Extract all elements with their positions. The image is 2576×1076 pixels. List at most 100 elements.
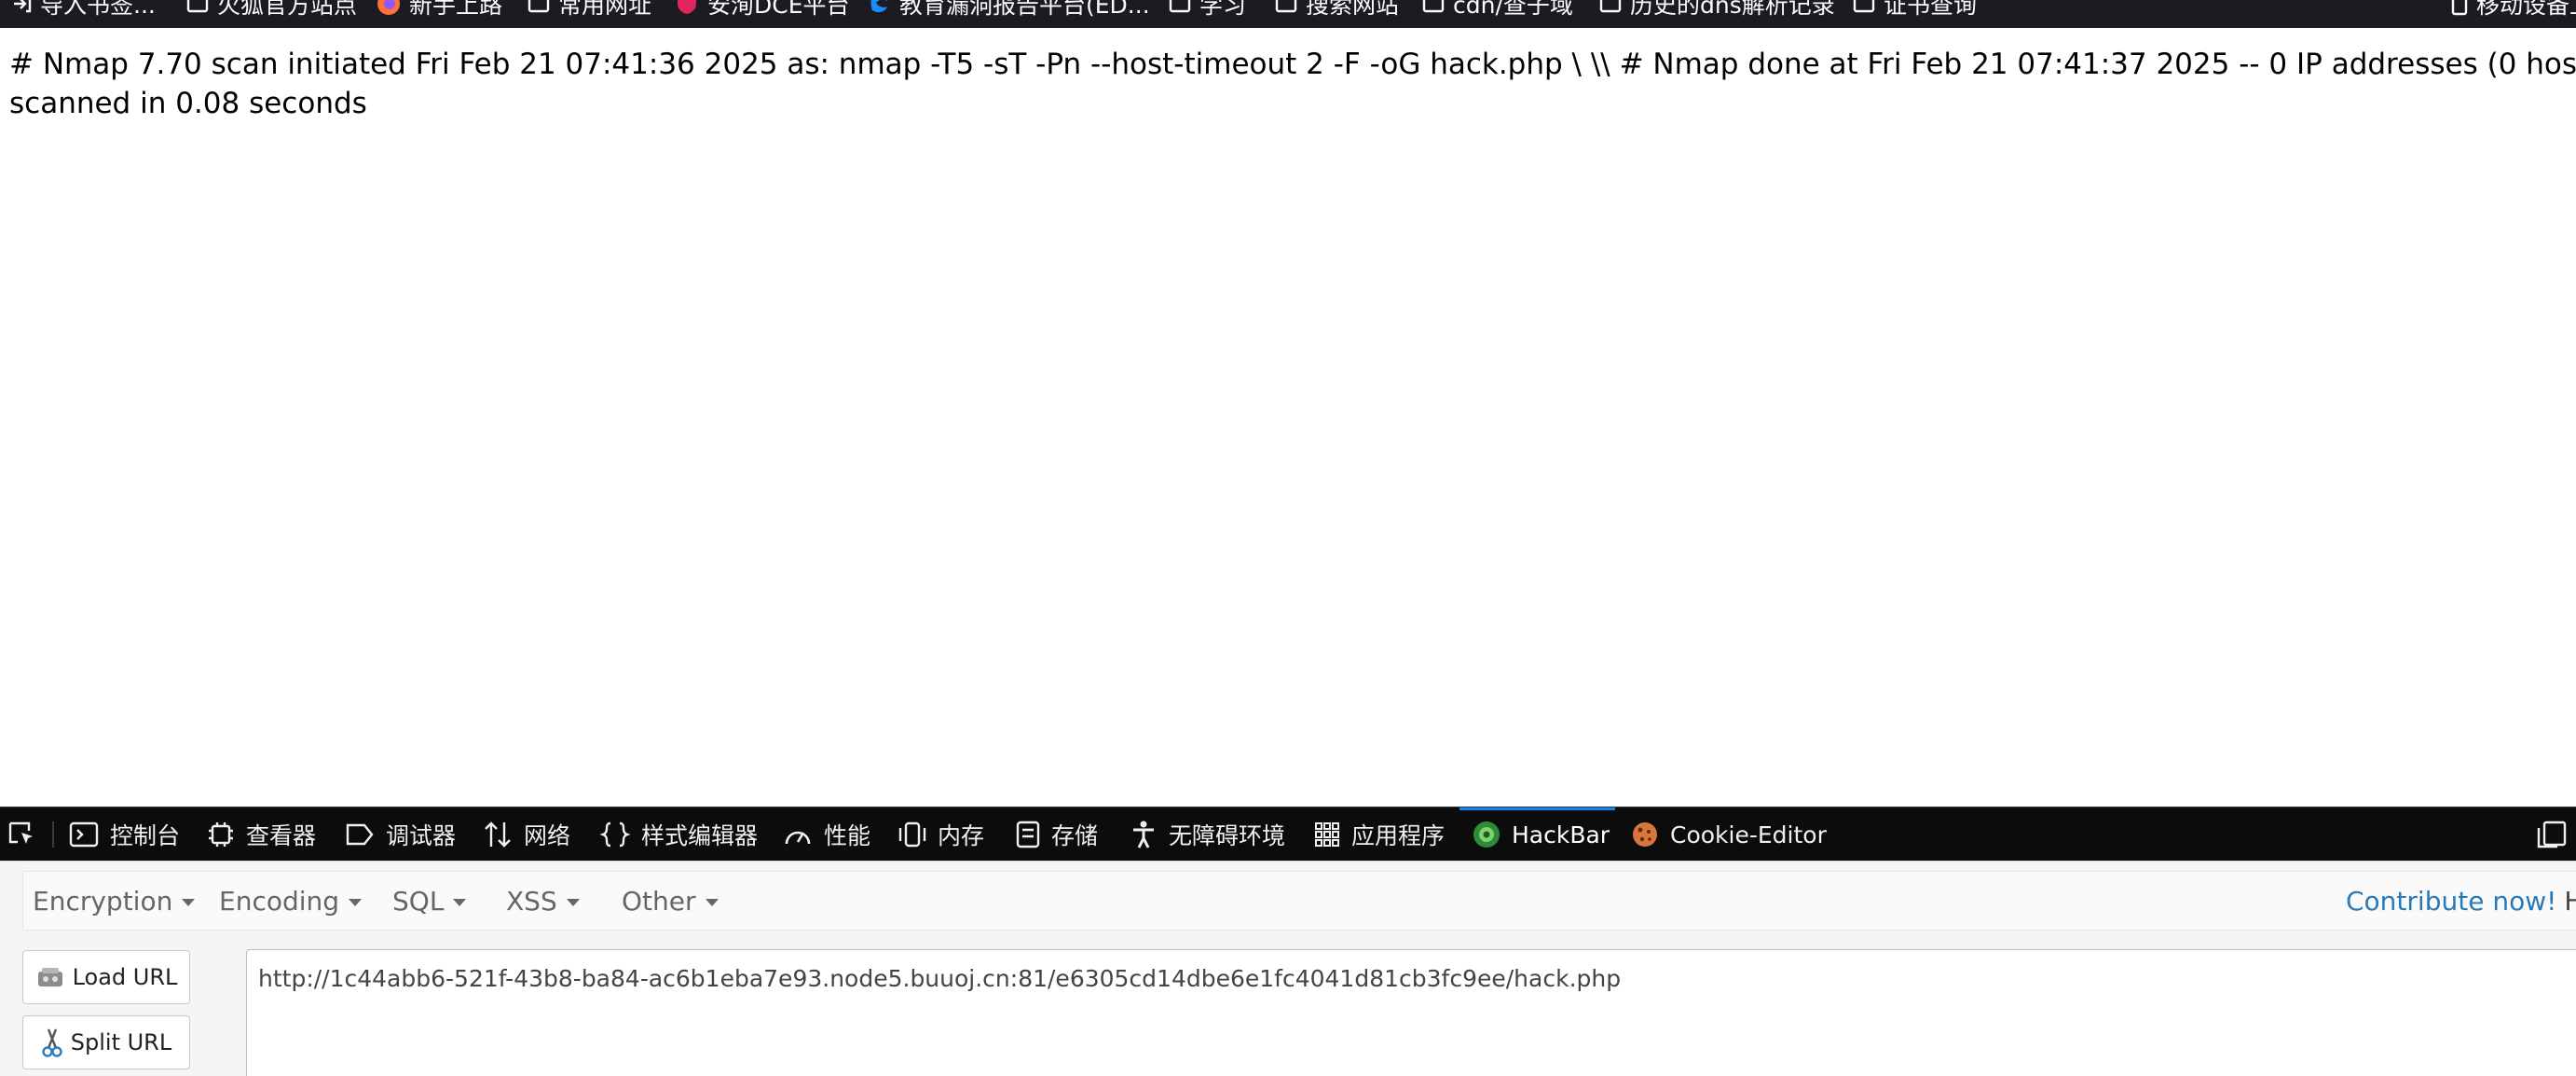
folder-icon [186,0,209,13]
tab-inspector[interactable]: 查看器 [207,807,316,862]
bookmark-label: 火狐官方站点 [217,0,358,19]
bookmark-search-sites[interactable]: 搜索网站 [1275,0,1399,19]
folder-icon [1169,0,1191,13]
tab-label: 调试器 [386,822,457,849]
tab-label: 存储 [1051,822,1099,849]
bookmark-cdn-subdomain[interactable]: cdn/查子域 [1422,0,1573,19]
tab-label: 性能 [824,822,871,849]
firefox-icon [377,0,400,15]
bookmark-label: 常用网址 [558,0,652,19]
load-url-button[interactable]: Load URL [22,950,190,1004]
url-textarea[interactable]: http://1c44abb6-521f-43b8-ba84-ac6b1eba7… [246,949,2576,1076]
dropdown-label: XSS [506,885,557,917]
tab-console[interactable]: 控制台 [69,807,180,862]
network-icon [485,821,511,848]
folder-icon [1275,0,1297,13]
button-label: Split URL [70,1029,172,1055]
dropdown-label: Encryption [33,885,173,917]
import-icon [14,0,32,13]
load-url-icon [37,968,62,986]
hackbar-icon [1473,821,1500,848]
bookmark-label: 安洵DCE平台 [707,0,850,19]
tab-label: Cookie-Editor [1670,821,1827,848]
tab-application[interactable]: 应用程序 [1314,807,1445,862]
tab-network[interactable]: 网络 [483,807,570,862]
debugger-icon [346,823,374,846]
tab-hackbar[interactable]: HackBar [1459,807,1616,862]
bookmark-label: 移动设备上 [2476,0,2576,19]
devtools-toolbar: 控制台 查看器 调试器 网络 样式编辑器 性能 内存 存储 无障碍环境 应用程序… [0,807,2576,861]
element-picker-button[interactable] [7,807,37,862]
bookmark-mobile[interactable]: 移动设备上 [2451,0,2576,19]
chevron-down-icon [182,899,196,906]
tab-label: 内存 [938,822,985,849]
tab-label: 应用程序 [1351,822,1446,849]
bookmark-edu-vuln[interactable]: 教育漏洞报告平台(ED... [869,0,1150,19]
tab-label: 无障碍环境 [1169,822,1286,849]
tab-label: 查看器 [246,822,317,849]
tab-performance[interactable]: 性能 [783,807,870,862]
sql-dropdown[interactable]: SQL [392,872,467,930]
bookmarks-toolbar: 导入书签... 火狐官方站点 新手上路 常用网址 安洵DCE平台 教育漏洞报告平… [0,0,2576,28]
bookmark-label: 历史的dns解析记录 [1630,0,1835,19]
encryption-dropdown[interactable]: Encryption [33,872,196,930]
tab-label: 样式编辑器 [641,822,759,849]
bookmark-label: 导入书签... [40,0,156,19]
bookmark-label: 学习 [1199,0,1247,19]
dropdown-label: Other [622,885,696,917]
tab-label: 控制台 [110,822,181,849]
performance-icon [785,831,811,845]
bookmark-import[interactable]: 导入书签... [11,0,156,19]
dropdown-label: SQL [392,885,445,917]
page-content: # Nmap 7.70 scan initiated Fri Feb 21 07… [0,28,2576,807]
bookmark-common-sites[interactable]: 常用网址 [528,0,651,19]
bookmark-label: 证书查询 [1884,0,1978,19]
bookmark-firefox-official[interactable]: 火狐官方站点 [186,0,357,19]
bookmark-label: 搜索网站 [1306,0,1400,19]
tab-debugger[interactable]: 调试器 [345,807,456,862]
tab-cookie-editor[interactable]: Cookie-Editor [1631,807,1827,862]
folder-icon [528,0,550,13]
folder-icon [1853,0,1875,13]
chevron-down-icon [349,899,363,906]
bookmark-dce-platform[interactable]: 安洵DCE平台 [675,0,850,19]
folder-icon [1599,0,1622,13]
tab-memory[interactable]: 内存 [898,807,984,862]
bookmark-label: 新手上路 [409,0,503,19]
contribute-banner: Contribute now! HackBar [2346,872,2576,930]
hackbar-menu: Encryption Encoding SQL XSS Other Contri… [22,871,2576,931]
nmap-output-line-1: # Nmap 7.70 scan initiated Fri Feb 21 07… [9,48,2576,81]
bookmark-study[interactable]: 学习 [1169,0,1246,19]
nmap-output-line-2: scanned in 0.08 seconds [9,87,367,120]
dock-toggle-button[interactable] [2537,807,2567,862]
hackbar-panel: Encryption Encoding SQL XSS Other Contri… [0,861,2576,1076]
bookmark-dns-history[interactable]: 历史的dns解析记录 [1599,0,1835,19]
split-url-button[interactable]: Split URL [22,1015,190,1069]
scissors-icon [42,1028,62,1057]
contribute-link[interactable]: Contribute now! [2346,886,2556,917]
tab-style-editor[interactable]: 样式编辑器 [600,807,758,862]
tab-storage[interactable]: 存储 [1016,807,1098,862]
xss-dropdown[interactable]: XSS [506,872,580,930]
contribute-brand: HackBar [2564,885,2576,917]
chevron-down-icon [566,899,580,906]
bookmark-label: 教育漏洞报告平台(ED... [899,0,1150,19]
tab-accessibility[interactable]: 无障碍环境 [1130,807,1285,862]
bookmark-label: cdn/查子域 [1453,0,1573,19]
tab-label: 网络 [524,822,571,849]
nmap-output: # Nmap 7.70 scan initiated Fri Feb 21 07… [9,45,2576,123]
toolbar-separator [52,821,54,848]
bookmark-cert-search[interactable]: 证书查询 [1853,0,1977,19]
edu-icon [870,0,887,13]
dropdown-label: Encoding [219,885,340,917]
element-picker-icon [8,821,33,844]
chevron-down-icon [453,899,467,906]
encoding-dropdown[interactable]: Encoding [219,872,363,930]
shield-icon [678,0,696,14]
mobile-device-icon [2451,0,2468,16]
chevron-down-icon [705,899,719,906]
folder-icon [1422,0,1445,13]
bookmark-getting-started[interactable]: 新手上路 [377,0,502,19]
console-icon [69,821,99,848]
other-dropdown[interactable]: Other [622,872,719,930]
